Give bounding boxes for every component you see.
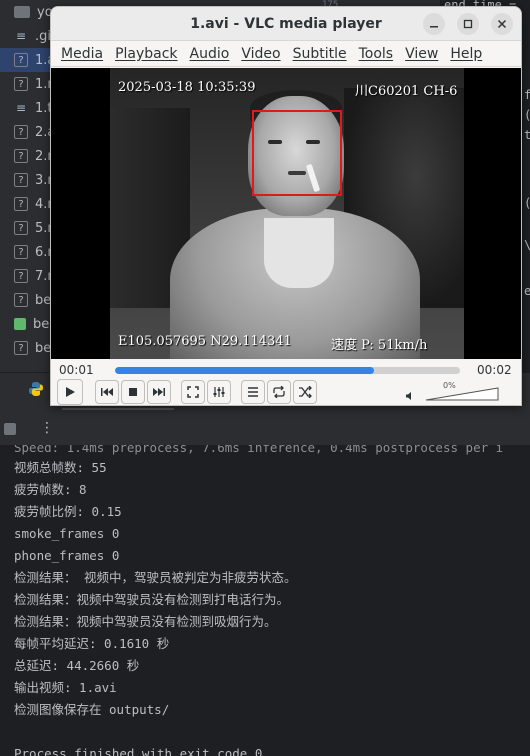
- console-line: 检测结果：视频中驾驶员没有检测到打电话行为。: [14, 592, 290, 607]
- green-file-icon: [14, 318, 26, 330]
- seek-progress: [115, 367, 374, 374]
- console-line: 疲劳帧比例: 0.15: [14, 504, 122, 519]
- console-line: 检测图像保存在 outputs/: [14, 702, 170, 717]
- unknown-file-icon: ?: [14, 53, 28, 67]
- shuffle-icon: [299, 386, 312, 398]
- volume-slider[interactable]: [425, 387, 499, 401]
- osd-gps: E105.057695 N29.114341: [118, 334, 292, 349]
- unknown-file-icon: ?: [14, 221, 28, 235]
- previous-button[interactable]: [95, 380, 119, 404]
- vlc-window[interactable]: 1.avi - VLC media player Media Playback …: [50, 6, 522, 406]
- face-detection-box: [252, 110, 342, 196]
- console-line: phone_frames 0: [14, 548, 120, 563]
- osd-channel: 川C60201 CH-6: [355, 84, 458, 99]
- play-icon: [66, 387, 75, 397]
- playback-controls: 00:01 00:02 0%: [51, 359, 521, 405]
- vlc-titlebar[interactable]: 1.avi - VLC media player: [51, 7, 521, 41]
- lines-icon: ≡: [15, 101, 27, 115]
- stop-button[interactable]: [121, 380, 145, 404]
- python-icon[interactable]: [28, 381, 44, 397]
- tree-item-label: be: [35, 292, 52, 308]
- console-line: 每帧平均延迟: 0.1610 秒: [14, 636, 170, 651]
- menu-tools[interactable]: Tools: [353, 46, 400, 62]
- extended-settings-button[interactable]: [207, 380, 231, 404]
- menu-view[interactable]: View: [399, 46, 444, 62]
- next-icon: [153, 388, 165, 396]
- console-line: 总延迟: 44.2660 秒: [14, 658, 140, 673]
- menu-video[interactable]: Video: [235, 46, 286, 62]
- elapsed-time: 00:01: [59, 363, 94, 377]
- playlist-icon: [248, 387, 258, 397]
- code-fragment: (: [524, 196, 530, 210]
- console-exit-line: Process finished with exit code 0: [14, 746, 263, 756]
- menu-playback[interactable]: Playback: [109, 46, 183, 62]
- stop-run-icon[interactable]: [4, 423, 16, 435]
- osd-speed: 速度 P: 51km/h: [331, 338, 428, 353]
- code-fragment: (: [524, 108, 530, 122]
- folder-icon: [14, 6, 30, 18]
- minimize-button[interactable]: [423, 13, 445, 35]
- fullscreen-icon: [187, 386, 199, 398]
- stop-icon: [129, 388, 137, 396]
- unknown-file-icon: ?: [14, 341, 28, 355]
- maximize-button[interactable]: [457, 13, 479, 35]
- play-button[interactable]: [57, 379, 83, 405]
- menu-subtitle[interactable]: Subtitle: [287, 46, 353, 62]
- window-title: 1.avi - VLC media player: [190, 15, 382, 32]
- more-options-icon[interactable]: ⋮: [40, 420, 54, 436]
- unknown-file-icon: ?: [14, 173, 28, 187]
- unknown-file-icon: ?: [14, 197, 28, 211]
- code-fragment: \: [524, 238, 530, 252]
- unknown-file-icon: ?: [14, 149, 28, 163]
- console-line: 疲劳帧数: 8: [14, 482, 87, 497]
- shuffle-button[interactable]: [293, 380, 317, 404]
- tree-item-label: be: [35, 340, 52, 356]
- close-icon: [497, 19, 507, 29]
- menu-audio[interactable]: Audio: [184, 46, 236, 62]
- previous-icon: [101, 388, 113, 396]
- console-line-cut: Speed: 1.4ms preprocess, 7.6ms inference…: [14, 445, 504, 455]
- vlc-menubar: Media Playback Audio Video Subtitle Tool…: [51, 41, 521, 67]
- close-button[interactable]: [491, 13, 513, 35]
- loop-icon: [273, 386, 285, 398]
- menu-help[interactable]: Help: [444, 46, 488, 62]
- menu-media[interactable]: Media: [55, 46, 109, 62]
- maximize-icon: [463, 19, 473, 29]
- console-line: 检测结果： 视频中，驾驶员被判定为非疲劳状态。: [14, 570, 297, 585]
- code-fragment: t: [524, 128, 530, 142]
- lines-icon: ≡: [15, 29, 27, 43]
- code-fragment: e: [524, 284, 530, 298]
- seek-bar[interactable]: [115, 367, 460, 374]
- tree-item-label: .gi: [35, 28, 51, 44]
- console-line: 检测结果：视频中驾驶员没有检测到吸烟行为。: [14, 614, 277, 629]
- fullscreen-button[interactable]: [181, 380, 205, 404]
- loop-button[interactable]: [267, 380, 291, 404]
- next-button[interactable]: [147, 380, 171, 404]
- console-line: 输出视频: 1.avi: [14, 680, 117, 695]
- unknown-file-icon: ?: [14, 293, 28, 307]
- code-fragment: f: [524, 88, 530, 102]
- tree-item-label: be: [33, 316, 50, 332]
- run-tab-underline: [62, 408, 174, 410]
- unknown-file-icon: ?: [14, 77, 28, 91]
- video-area[interactable]: 2025-03-18 10:35:39 川C60201 CH-6 E105.05…: [51, 68, 521, 359]
- total-time: 00:02: [477, 363, 512, 377]
- playlist-button[interactable]: [241, 380, 265, 404]
- volume-mute-icon[interactable]: [405, 391, 415, 404]
- unknown-file-icon: ?: [14, 245, 28, 259]
- video-frame: [110, 68, 464, 359]
- minimize-icon: [430, 26, 438, 28]
- console-line: smoke_frames 0: [14, 526, 120, 541]
- run-console[interactable]: Speed: 1.4ms preprocess, 7.6ms inference…: [0, 445, 530, 756]
- unknown-file-icon: ?: [14, 269, 28, 283]
- equalizer-icon: [213, 387, 225, 397]
- osd-timestamp: 2025-03-18 10:35:39: [118, 80, 256, 95]
- unknown-file-icon: ?: [14, 125, 28, 139]
- console-line: 视频总帧数: 55: [14, 460, 107, 475]
